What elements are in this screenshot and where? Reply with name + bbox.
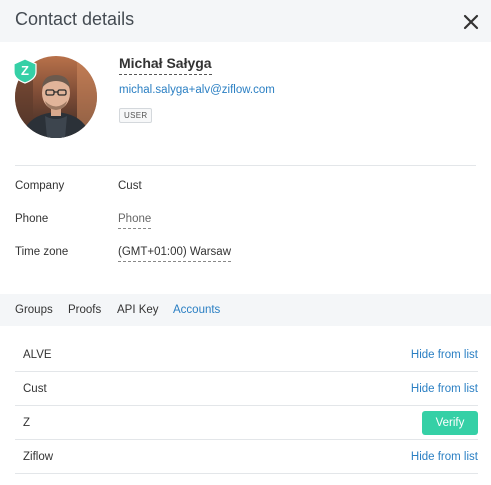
company-value: Cust: [118, 180, 142, 192]
tab-api-key[interactable]: API Key: [117, 304, 159, 316]
hide-from-list-link[interactable]: Hide from list: [411, 349, 478, 361]
account-name: Cust: [23, 383, 47, 395]
contact-name[interactable]: Michał Sałyga: [119, 55, 212, 75]
tabs-bar: Groups Proofs API Key Accounts: [0, 294, 491, 326]
account-badge-icon: Z: [13, 58, 37, 84]
account-row: Cust Hide from list: [15, 372, 478, 406]
modal-title: Contact details: [15, 9, 135, 29]
hide-from-list-link[interactable]: Hide from list: [411, 451, 478, 463]
account-row: Z Verify: [15, 406, 478, 440]
phone-label: Phone: [15, 213, 49, 225]
role-badge: USER: [119, 108, 153, 123]
contact-email[interactable]: michal.salyga+alv@ziflow.com: [119, 84, 275, 96]
modal-header: Contact details: [0, 0, 491, 42]
badge-letter: Z: [21, 63, 29, 78]
timezone-field[interactable]: (GMT+01:00) Warsaw: [118, 246, 232, 262]
avatar-container: Z: [13, 56, 97, 138]
company-label: Company: [15, 180, 65, 192]
tab-accounts[interactable]: Accounts: [173, 304, 220, 316]
tab-proofs[interactable]: Proofs: [68, 304, 101, 316]
account-name: ALVE: [23, 349, 52, 361]
account-name: Ziflow: [23, 451, 54, 463]
tab-groups[interactable]: Groups: [15, 304, 53, 316]
account-row: Ziflow Hide from list: [15, 440, 478, 474]
hide-from-list-link[interactable]: Hide from list: [411, 383, 478, 395]
account-name: Z: [23, 417, 31, 429]
verify-button[interactable]: Verify: [422, 411, 478, 435]
section-divider: [15, 165, 476, 166]
account-row: ALVE Hide from list: [15, 338, 478, 372]
timezone-label: Time zone: [15, 246, 69, 258]
phone-field[interactable]: Phone: [118, 213, 152, 229]
close-icon[interactable]: [460, 11, 482, 33]
